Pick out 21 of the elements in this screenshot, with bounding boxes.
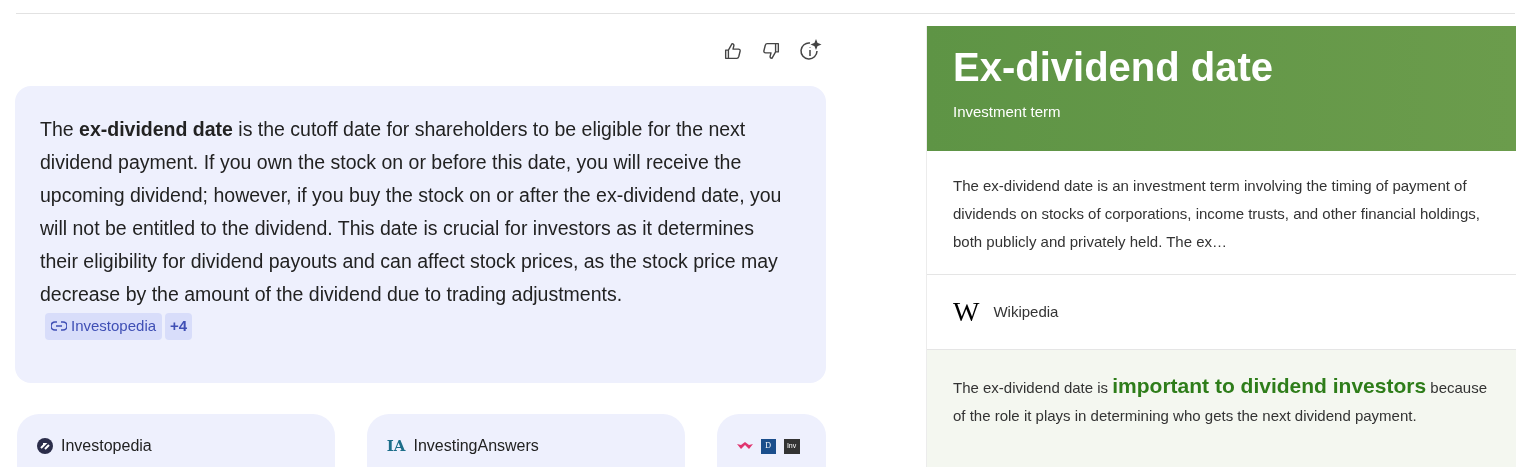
logo-text: IA: [386, 435, 406, 457]
answer-text: The ex-dividend date is the cutoff date for shareholders to be eligible for the next dividend payment. If you own the stock on or before this date, you will receive the upcoming dividend; however, if you buy the stock on or after the ex-dividend date, you will not be entitled to the dividend. This date is crucial for investors as it determines their eligibility for dividend payouts and can affect stock prices, as the stock price may decrease by the amount of the dividend due to trading adjustments.: [40, 117, 783, 307]
source-card[interactable]: IA InvestingAnswers: [366, 414, 685, 467]
info-sparkle-icon[interactable]: [798, 39, 822, 63]
link-icon: [51, 321, 67, 332]
more-sources-badge[interactable]: +4: [165, 313, 193, 340]
wikipedia-logo: W: [953, 298, 980, 326]
panel-description: The ex-dividend date is an investment term involving the timing of payment of dividends on stocks of corporations, income trusts, and other financial holdings, both publicly and privately held. The ex…: [927, 151, 1516, 275]
thumbs-down-icon[interactable]: [760, 40, 782, 62]
panel-title: Ex-dividend date: [953, 44, 1275, 91]
source-link[interactable]: Wikipedia: [993, 300, 1059, 324]
citation-link[interactable]: Investopedia: [45, 313, 163, 340]
bird-logo-icon: [736, 441, 753, 451]
highlight-text: The ex-dividend date is important to dividend investors because of the role it plays in determining who gets the next dividend payment.: [927, 350, 1516, 467]
panel-subtitle: Investment term: [953, 102, 1062, 122]
source-logo-icon: [37, 438, 53, 454]
logo-text: D: [760, 438, 776, 454]
source-name: InvestingAnswers: [413, 436, 539, 456]
source-card[interactable]: Investopedia: [17, 414, 335, 467]
source-name: Investopedia: [61, 436, 152, 456]
thumbs-up-icon[interactable]: [722, 40, 744, 62]
